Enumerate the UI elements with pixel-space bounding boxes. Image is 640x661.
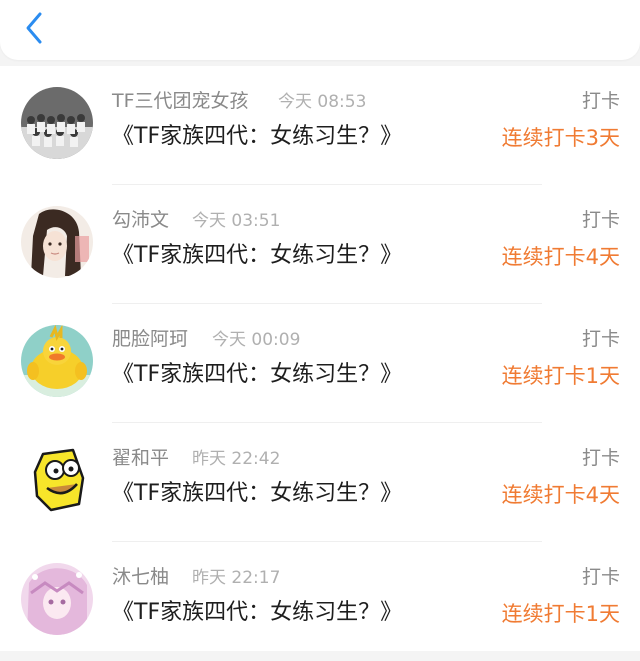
book-title[interactable]: 《TF家族四代：女练习生？》 xyxy=(112,360,402,390)
user-name[interactable]: 肥脸阿珂 xyxy=(112,326,188,352)
list-item[interactable]: 肥脸阿珂 今天 00:09 《TF家族四代：女练习生？》 打卡 连续打卡1天 xyxy=(0,304,640,423)
back-button[interactable] xyxy=(18,6,58,50)
post-time: 今天 03:51 xyxy=(192,211,281,231)
list-item[interactable]: 翟和平 昨天 22:42 《TF家族四代：女练习生？》 打卡 连续打卡4天 xyxy=(0,423,640,542)
streak-count: 连续打卡1天 xyxy=(501,364,620,388)
checkin-list: TF三代团宠女孩 今天 08:53 《TF家族四代：女练习生？》 打卡 连续打卡… xyxy=(0,66,640,651)
post-time: 昨天 22:42 xyxy=(192,449,281,469)
user-name[interactable]: 沐七柚 xyxy=(112,564,169,590)
streak-count: 连续打卡1天 xyxy=(501,602,620,626)
anime-girl-avatar[interactable] xyxy=(21,206,93,278)
user-name[interactable]: 勾沛文 xyxy=(112,207,169,233)
post-time: 昨天 22:17 xyxy=(192,568,281,588)
list-item[interactable]: 沐七柚 昨天 22:17 《TF家族四代：女练习生？》 打卡 连续打卡1天 xyxy=(0,542,640,661)
post-time: 今天 00:09 xyxy=(212,330,301,350)
checkin-label: 打卡 xyxy=(581,447,620,469)
post-time: 今天 08:53 xyxy=(278,92,367,112)
yellow-chick-avatar[interactable] xyxy=(21,325,93,397)
book-title[interactable]: 《TF家族四代：女练习生？》 xyxy=(112,122,402,152)
user-name[interactable]: 翟和平 xyxy=(112,445,169,471)
book-title[interactable]: 《TF家族四代：女练习生？》 xyxy=(112,598,402,628)
list-item[interactable]: 勾沛文 今天 03:51 《TF家族四代：女练习生？》 打卡 连续打卡4天 xyxy=(0,185,640,304)
checkin-label: 打卡 xyxy=(581,90,620,112)
user-name[interactable]: TF三代团宠女孩 xyxy=(112,88,249,114)
cartoon-face-avatar[interactable] xyxy=(21,444,93,516)
group-photo-avatar[interactable] xyxy=(21,87,93,159)
chevron-left-icon xyxy=(26,12,42,44)
book-title[interactable]: 《TF家族四代：女练习生？》 xyxy=(112,479,402,509)
streak-count: 连续打卡4天 xyxy=(501,245,620,269)
checkin-label: 打卡 xyxy=(581,209,620,231)
checkin-label: 打卡 xyxy=(581,328,620,350)
list-item[interactable]: TF三代团宠女孩 今天 08:53 《TF家族四代：女练习生？》 打卡 连续打卡… xyxy=(0,66,640,185)
streak-count: 连续打卡4天 xyxy=(501,483,620,507)
checkin-label: 打卡 xyxy=(581,566,620,588)
streak-count: 连续打卡3天 xyxy=(501,126,620,150)
book-title[interactable]: 《TF家族四代：女练习生？》 xyxy=(112,241,402,271)
top-bar xyxy=(0,0,640,60)
pink-anime-avatar[interactable] xyxy=(21,563,93,635)
